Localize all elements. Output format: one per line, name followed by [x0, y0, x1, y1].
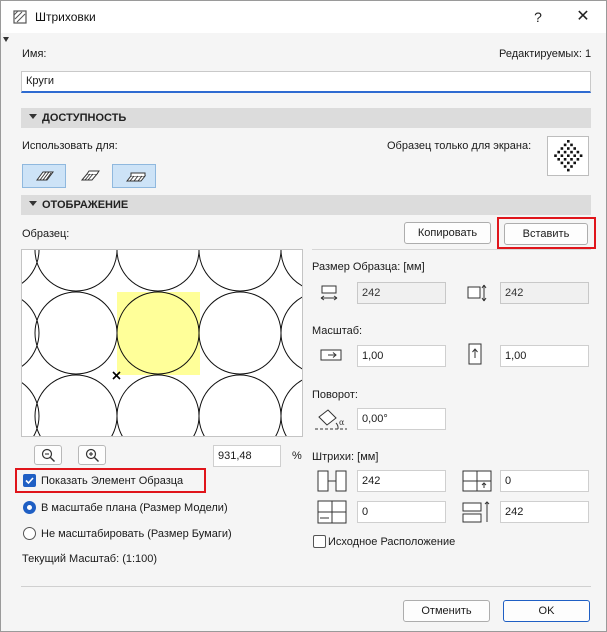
sample-label: Образец: — [22, 228, 70, 240]
zoom-in-button[interactable] — [78, 445, 106, 465]
rotation-field[interactable]: 0,00° — [357, 408, 446, 430]
circle-hatch-pattern — [22, 250, 302, 436]
zoom-out-icon — [41, 448, 55, 462]
hatch-offset-a-icon — [317, 470, 347, 492]
scale-paper-radio[interactable] — [23, 527, 36, 540]
availability-section-header[interactable]: ДОСТУПНОСТЬ — [21, 108, 591, 128]
scale-y-icon — [468, 343, 482, 365]
use-for-cover-fill-tool-button[interactable] — [112, 164, 156, 188]
zoom-value-field[interactable]: 931,48 — [213, 445, 281, 467]
editable-count: Редактируемых: 1 — [499, 48, 592, 60]
checkmark-icon — [25, 477, 34, 485]
rotation-label: Поворот: — [312, 389, 358, 401]
hatch-b-field[interactable]: 0 — [500, 470, 589, 492]
show-sample-checkbox[interactable] — [23, 474, 36, 487]
name-input[interactable]: Круги — [21, 71, 591, 93]
footer-separator — [21, 586, 591, 587]
origin-label[interactable]: Исходное Расположение — [328, 536, 455, 548]
height-icon — [467, 284, 487, 302]
hatch-preview-canvas[interactable] — [21, 249, 303, 437]
scale-y-field[interactable]: 1,00 — [500, 345, 589, 367]
fill-tool-icon — [36, 171, 54, 181]
scale-label: Масштаб: — [312, 325, 363, 337]
resize-marker — [3, 37, 9, 42]
show-sample-label[interactable]: Показать Элемент Образца — [41, 475, 183, 487]
hatch-offset-c-icon — [317, 500, 347, 524]
collapse-triangle-icon — [29, 201, 37, 206]
zoom-out-button[interactable] — [34, 445, 62, 465]
ok-button[interactable]: OK — [503, 600, 590, 622]
sample-width-field: 242 — [357, 282, 446, 304]
origin-checkbox[interactable] — [313, 535, 326, 548]
origin-cross-icon — [112, 371, 121, 380]
zoom-in-icon — [85, 448, 99, 462]
hatch-c-field[interactable]: 0 — [357, 501, 446, 523]
use-for-fill-tool-button[interactable] — [22, 164, 66, 188]
screen-only-label: Образец только для экрана: — [387, 140, 532, 152]
diamond-dot-pattern-icon — [554, 140, 583, 172]
screen-pattern-preview[interactable] — [547, 136, 589, 176]
zoom-unit: % — [292, 450, 302, 462]
scale-model-radio[interactable] — [23, 501, 36, 514]
current-scale-label: Текущий Масштаб: (1:100) — [22, 553, 158, 565]
help-button[interactable]: ? — [515, 1, 561, 33]
hatch-a-field[interactable]: 242 — [357, 470, 446, 492]
sample-size-label: Размер Образца: [мм] — [312, 261, 425, 273]
scale-model-label[interactable]: В масштабе плана (Размер Модели) — [41, 502, 228, 514]
rotation-angle-icon: α — [315, 409, 347, 430]
display-title: ОТОБРАЖЕНИЕ — [42, 199, 129, 211]
cover-fill-tool-icon — [125, 172, 147, 182]
svg-text:α: α — [339, 418, 345, 427]
divider — [312, 249, 591, 250]
hatch-dialog: Штриховки ? ✕ Имя: Редактируемых: 1 Круг… — [0, 0, 607, 632]
hatch-d-field[interactable]: 242 — [500, 501, 589, 523]
cut-fill-tool-icon — [80, 170, 100, 181]
scale-paper-label[interactable]: Не масштабировать (Размер Бумаги) — [41, 528, 232, 540]
use-for-label: Использовать для: — [22, 140, 118, 152]
availability-title: ДОСТУПНОСТЬ — [42, 112, 127, 124]
display-section-header[interactable]: ОТОБРАЖЕНИЕ — [21, 195, 591, 215]
width-icon — [320, 285, 338, 301]
sample-height-field: 242 — [500, 282, 589, 304]
use-for-cut-fill-tool-button[interactable] — [67, 164, 111, 188]
close-button[interactable]: ✕ — [560, 1, 606, 33]
hatch-offset-b-icon — [462, 470, 492, 492]
collapse-triangle-icon — [29, 114, 37, 119]
hatches-label: Штрихи: [мм] — [312, 451, 379, 463]
name-label: Имя: — [22, 48, 47, 60]
cancel-button[interactable]: Отменить — [403, 600, 490, 622]
title-bar: Штриховки ? ✕ — [1, 1, 606, 33]
hatch-offset-d-icon — [462, 501, 490, 523]
copy-button[interactable]: Копировать — [404, 222, 491, 244]
paste-highlight — [497, 217, 596, 249]
scale-x-icon — [320, 349, 342, 361]
window-title: Штриховки — [35, 10, 96, 24]
scale-x-field[interactable]: 1,00 — [357, 345, 446, 367]
hatch-app-icon — [13, 10, 27, 24]
